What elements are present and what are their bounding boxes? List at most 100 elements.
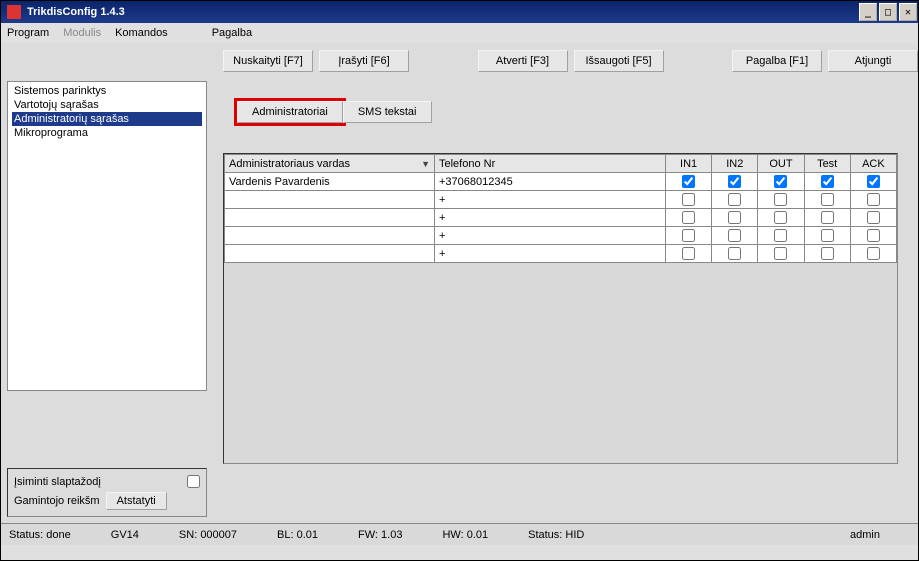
checkbox-in2[interactable] bbox=[728, 193, 741, 206]
col-admin-name[interactable]: Administratoriaus vardas ▼ bbox=[225, 155, 435, 173]
col-phone[interactable]: Telefono Nr bbox=[435, 155, 666, 173]
menu-pagalba[interactable]: Pagalba bbox=[212, 27, 252, 39]
checkbox-ack[interactable] bbox=[867, 247, 880, 260]
remember-password-label: Įsiminti slaptažodį bbox=[14, 476, 101, 488]
checkbox-ack[interactable] bbox=[867, 175, 880, 188]
cell-test bbox=[804, 227, 850, 245]
checkbox-ack[interactable] bbox=[867, 193, 880, 206]
cell-out bbox=[758, 173, 804, 191]
checkbox-in2[interactable] bbox=[728, 175, 741, 188]
cell-test bbox=[804, 209, 850, 227]
save-button[interactable]: Išsaugoti [F5] bbox=[574, 50, 664, 72]
minimize-button[interactable]: _ bbox=[859, 3, 877, 21]
status-user: admin bbox=[850, 529, 910, 541]
checkbox-in1[interactable] bbox=[682, 229, 695, 242]
sidebar-item-system-options[interactable]: Sistemos parinktys bbox=[12, 84, 202, 98]
content: Sistemos parinktys Vartotojų sąrašas Adm… bbox=[1, 75, 918, 523]
maximize-button[interactable]: □ bbox=[879, 3, 897, 21]
menu-modulis: Modulis bbox=[63, 27, 101, 39]
factory-defaults-row: Gamintojo reikšm Atstatyti bbox=[14, 492, 200, 510]
col-in1[interactable]: IN1 bbox=[666, 155, 712, 173]
tabs: Administratoriai SMS tekstai bbox=[237, 101, 912, 123]
checkbox-out[interactable] bbox=[774, 175, 787, 188]
read-button[interactable]: Nuskaityti [F7] bbox=[223, 50, 313, 72]
table-row: + bbox=[225, 209, 897, 227]
checkbox-in2[interactable] bbox=[728, 229, 741, 242]
sidebar-item-firmware[interactable]: Mikroprograma bbox=[12, 126, 202, 140]
cell-admin-name[interactable] bbox=[225, 209, 435, 227]
main-body: Nuskaityti [F7] Įrašyti [F6] Atverti [F3… bbox=[1, 43, 918, 523]
checkbox-in2[interactable] bbox=[728, 247, 741, 260]
status-hid: Status: HID bbox=[528, 529, 584, 541]
col-in2[interactable]: IN2 bbox=[712, 155, 758, 173]
checkbox-out[interactable] bbox=[774, 247, 787, 260]
table-row: + bbox=[225, 245, 897, 263]
checkbox-in1[interactable] bbox=[682, 247, 695, 260]
table-row: + bbox=[225, 191, 897, 209]
checkbox-test[interactable] bbox=[821, 175, 834, 188]
sidebar: Sistemos parinktys Vartotojų sąrašas Adm… bbox=[7, 81, 207, 391]
cell-ack bbox=[850, 173, 896, 191]
cell-ack bbox=[850, 245, 896, 263]
status-fw: FW: 1.03 bbox=[358, 529, 402, 541]
cell-phone[interactable]: + bbox=[435, 209, 666, 227]
col-out[interactable]: OUT bbox=[758, 155, 804, 173]
cell-out bbox=[758, 227, 804, 245]
write-button[interactable]: Įrašyti [F6] bbox=[319, 50, 409, 72]
cell-in1 bbox=[666, 245, 712, 263]
tab-sms-texts[interactable]: SMS tekstai bbox=[343, 101, 432, 123]
checkbox-out[interactable] bbox=[774, 211, 787, 224]
cell-admin-name[interactable] bbox=[225, 191, 435, 209]
cell-admin-name[interactable]: Vardenis Pavardenis bbox=[225, 173, 435, 191]
cell-admin-name[interactable] bbox=[225, 227, 435, 245]
remember-password-checkbox[interactable] bbox=[187, 475, 200, 488]
remember-password-row: Įsiminti slaptažodį bbox=[14, 475, 200, 488]
close-button[interactable]: ✕ bbox=[899, 3, 917, 21]
sidebar-item-user-list[interactable]: Vartotojų sąrašas bbox=[12, 98, 202, 112]
admin-table: Administratoriaus vardas ▼ Telefono Nr I… bbox=[224, 154, 897, 263]
cell-in1 bbox=[666, 209, 712, 227]
col-test[interactable]: Test bbox=[804, 155, 850, 173]
help-button[interactable]: Pagalba [F1] bbox=[732, 50, 822, 72]
cell-in1 bbox=[666, 191, 712, 209]
col-ack[interactable]: ACK bbox=[850, 155, 896, 173]
checkbox-test[interactable] bbox=[821, 247, 834, 260]
cell-in1 bbox=[666, 227, 712, 245]
sort-arrow-icon: ▼ bbox=[421, 159, 430, 169]
cell-phone[interactable]: + bbox=[435, 227, 666, 245]
menu-program[interactable]: Program bbox=[7, 27, 49, 39]
checkbox-in1[interactable] bbox=[682, 211, 695, 224]
checkbox-in1[interactable] bbox=[682, 175, 695, 188]
table-row: + bbox=[225, 227, 897, 245]
checkbox-test[interactable] bbox=[821, 229, 834, 242]
checkbox-out[interactable] bbox=[774, 193, 787, 206]
menubar: Program Modulis Komandos Pagalba bbox=[1, 23, 918, 43]
disconnect-button[interactable]: Atjungti bbox=[828, 50, 918, 72]
admin-grid: Administratoriaus vardas ▼ Telefono Nr I… bbox=[223, 153, 898, 464]
statusbar: Status: done GV14 SN: 000007 BL: 0.01 FW… bbox=[1, 523, 918, 545]
reset-button[interactable]: Atstatyti bbox=[106, 492, 167, 510]
cell-out bbox=[758, 209, 804, 227]
checkbox-ack[interactable] bbox=[867, 211, 880, 224]
cell-phone[interactable]: +37068012345 bbox=[435, 173, 666, 191]
cell-ack bbox=[850, 209, 896, 227]
cell-in2 bbox=[712, 173, 758, 191]
tab-administrators[interactable]: Administratoriai bbox=[237, 101, 343, 123]
checkbox-ack[interactable] bbox=[867, 229, 880, 242]
app-icon bbox=[7, 5, 21, 19]
open-button[interactable]: Atverti [F3] bbox=[478, 50, 568, 72]
cell-phone[interactable]: + bbox=[435, 191, 666, 209]
checkbox-test[interactable] bbox=[821, 211, 834, 224]
checkbox-test[interactable] bbox=[821, 193, 834, 206]
window-controls: _ □ ✕ bbox=[858, 1, 918, 23]
titlebar: TrikdisConfig 1.4.3 _ □ ✕ bbox=[1, 1, 918, 23]
checkbox-out[interactable] bbox=[774, 229, 787, 242]
cell-ack bbox=[850, 227, 896, 245]
checkbox-in2[interactable] bbox=[728, 211, 741, 224]
sidebar-item-admin-list[interactable]: Administratorių sąrašas bbox=[12, 112, 202, 126]
menu-komandos[interactable]: Komandos bbox=[115, 27, 168, 39]
cell-admin-name[interactable] bbox=[225, 245, 435, 263]
cell-phone[interactable]: + bbox=[435, 245, 666, 263]
window-title: TrikdisConfig 1.4.3 bbox=[27, 6, 125, 18]
checkbox-in1[interactable] bbox=[682, 193, 695, 206]
